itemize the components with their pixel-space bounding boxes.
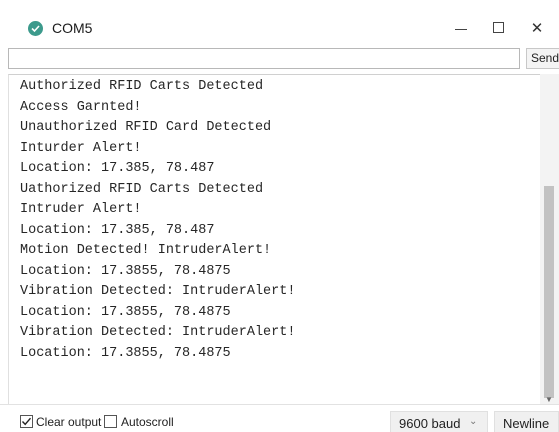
console-line: Location: 17.3855, 78.4875 [20, 345, 231, 361]
close-icon: ✕ [530, 19, 544, 37]
console-line: Authorized RFID Carts Detected [20, 79, 264, 94]
console-line: Unauthorized RFID Card Detected [20, 120, 272, 135]
clear-output-label: Clear output [36, 415, 102, 429]
close-button[interactable]: ✕ [522, 16, 552, 40]
vertical-scrollbar[interactable]: ▼ [540, 74, 559, 404]
console-line: Location: 17.385, 78.487 [20, 222, 215, 238]
app-check-icon [28, 21, 43, 36]
send-button[interactable]: Send [526, 48, 559, 69]
maximize-button[interactable] [484, 16, 514, 40]
console-line: Vibration Detected: IntruderAlert! [20, 284, 296, 299]
line-ending-select[interactable]: Newline [494, 411, 559, 432]
autoscroll-label: Autoscroll [121, 415, 174, 429]
window-title: COM5 [52, 20, 93, 36]
chevron-down-icon: ⌄ [469, 416, 478, 427]
status-bar: Clear output Autoscroll 9600 baud ⌄ Newl… [0, 404, 559, 432]
line-ending-value: Newline [503, 416, 550, 431]
console-line: Access Garnted! [20, 99, 142, 115]
console-line: Intruder Alert! [20, 202, 142, 217]
scroll-down-icon[interactable]: ▼ [544, 396, 554, 404]
scrollbar-thumb[interactable] [544, 186, 554, 398]
send-row: Send [8, 48, 559, 70]
autoscroll-checkbox[interactable] [104, 415, 117, 428]
console-line: Inturder Alert! [20, 140, 142, 156]
console-line: Location: 17.3855, 78.4875 [20, 304, 231, 320]
minimize-button[interactable] [446, 16, 476, 40]
console-line: Motion Detected! IntruderAlert! [20, 243, 272, 258]
console-line: Location: 17.385, 78.487 [20, 161, 215, 176]
console-line: Location: 17.3855, 78.4875 [20, 263, 231, 279]
minimize-icon [455, 29, 467, 30]
console-line: Uathorized RFID Carts Detected [20, 181, 264, 197]
clear-output-checkbox[interactable] [20, 415, 33, 428]
baud-rate-value: 9600 baud [399, 416, 461, 431]
console-line: Vibration Detected: IntruderAlert! [20, 325, 296, 340]
maximize-icon [493, 22, 504, 33]
serial-input[interactable] [8, 48, 520, 69]
title-bar: COM5 ✕ [0, 0, 559, 44]
serial-output: Authorized RFID Carts Detected Access Ga… [8, 74, 559, 404]
checkmark-icon [21, 417, 32, 426]
baud-rate-select[interactable]: 9600 baud ⌄ [390, 411, 488, 432]
